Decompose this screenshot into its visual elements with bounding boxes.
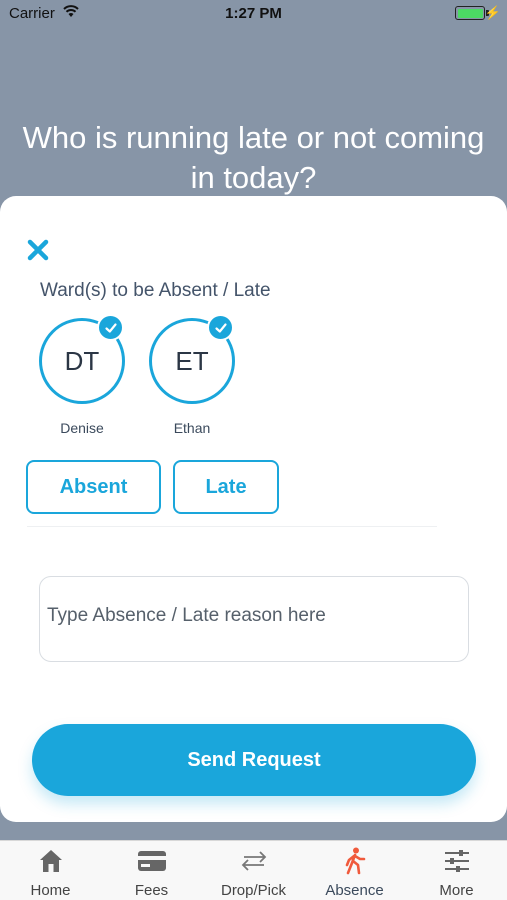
sliders-icon [406,846,507,876]
clock: 1:27 PM [225,5,282,22]
page-title: Who is running late or not coming in tod… [22,120,485,195]
late-button[interactable]: Late [173,460,279,514]
ward-denise[interactable]: DT Denise [39,314,127,436]
tab-label: Home [30,882,71,899]
close-icon [27,239,49,261]
checkmark-icon [97,314,124,341]
checkmark-icon [207,314,234,341]
reason-input[interactable]: Type Absence / Late reason here [39,576,469,662]
status-bar: Carrier 1:27 PM ⚡ [0,0,507,28]
tab-more[interactable]: More [406,841,507,900]
tab-label: Fees [134,882,169,899]
tab-label: Drop/Pick [220,882,287,899]
tab-home[interactable]: Home [0,841,101,900]
tab-bar: Home Fees Drop/Pick Absence More [0,840,507,900]
divider [27,526,437,527]
swap-arrows-icon [203,846,304,876]
ward-name: Ethan [173,420,211,436]
ward-name: Denise [60,420,104,436]
send-request-button[interactable]: Send Request [32,724,476,796]
tab-absence[interactable]: Absence [304,841,405,900]
tab-label: Absence [325,882,384,899]
walking-person-icon [304,846,405,876]
charging-bolt-icon: ⚡ [484,5,501,20]
battery-icon [455,6,485,20]
home-icon [0,846,101,876]
tab-fees[interactable]: Fees [101,841,202,900]
ward-ethan[interactable]: ET Ethan [149,314,237,436]
card-icon [101,846,202,876]
tab-label: More [439,882,474,899]
close-button[interactable] [26,238,50,262]
wards-section-label: Ward(s) to be Absent / Late [40,280,271,301]
tab-drop-pick[interactable]: Drop/Pick [203,841,304,900]
absent-button[interactable]: Absent [26,460,161,514]
